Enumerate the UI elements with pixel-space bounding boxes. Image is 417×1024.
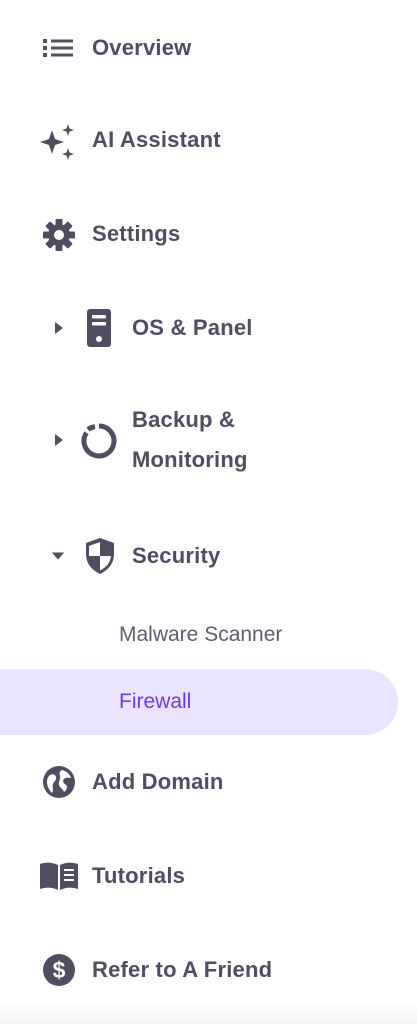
sparkles-icon	[38, 122, 78, 162]
sidebar-subitem-firewall[interactable]: Firewall	[0, 669, 398, 735]
sidebar-item-label-line2: Monitoring	[132, 447, 248, 472]
sidebar-item-os-panel[interactable]: OS & Panel	[0, 306, 400, 350]
gear-icon	[42, 218, 76, 252]
sidebar-item-settings[interactable]: Settings	[0, 214, 400, 254]
sidebar-item-add-domain[interactable]: Add Domain	[0, 760, 400, 804]
sidebar: Overview AI Assistant Settings OS & Pane…	[0, 0, 417, 1024]
sidebar-item-tutorials[interactable]: Tutorials	[0, 854, 400, 898]
svg-text:$: $	[53, 957, 66, 983]
sidebar-item-label-line1: Backup &	[132, 407, 236, 432]
sidebar-subitem-label: Firewall	[119, 690, 192, 713]
bottom-fade	[0, 1002, 417, 1024]
globe-icon	[42, 765, 76, 799]
sidebar-item-label: Tutorials	[92, 863, 186, 888]
sidebar-item-refer-friend[interactable]: $ Refer to A Friend	[0, 948, 400, 992]
sidebar-subitem-malware-scanner[interactable]: Malware Scanner	[0, 602, 398, 668]
sidebar-subitem-label: Malware Scanner	[119, 623, 283, 646]
chevron-right-icon[interactable]	[52, 321, 66, 335]
sidebar-item-label: Overview	[92, 35, 192, 60]
sidebar-item-label: Settings	[92, 221, 181, 246]
sidebar-item-backup-monitoring[interactable]: Backup & Monitoring	[0, 400, 400, 480]
list-icon	[42, 36, 74, 60]
shield-icon	[84, 537, 116, 575]
sidebar-item-label: Refer to A Friend	[92, 957, 273, 982]
server-icon	[86, 308, 112, 348]
dollar-coin-icon: $	[42, 953, 76, 987]
sidebar-item-overview[interactable]: Overview	[0, 28, 400, 68]
sidebar-item-label: OS & Panel	[132, 315, 253, 340]
book-icon	[39, 860, 79, 892]
sidebar-item-label: Add Domain	[92, 769, 224, 794]
sidebar-item-label: Security	[132, 543, 221, 568]
chevron-down-icon[interactable]	[51, 549, 65, 563]
sidebar-item-ai-assistant[interactable]: AI Assistant	[0, 120, 400, 160]
sidebar-item-security[interactable]: Security	[0, 534, 400, 578]
chevron-right-icon[interactable]	[52, 433, 66, 447]
sidebar-item-label: AI Assistant	[92, 127, 221, 152]
backup-ring-icon	[81, 423, 117, 459]
